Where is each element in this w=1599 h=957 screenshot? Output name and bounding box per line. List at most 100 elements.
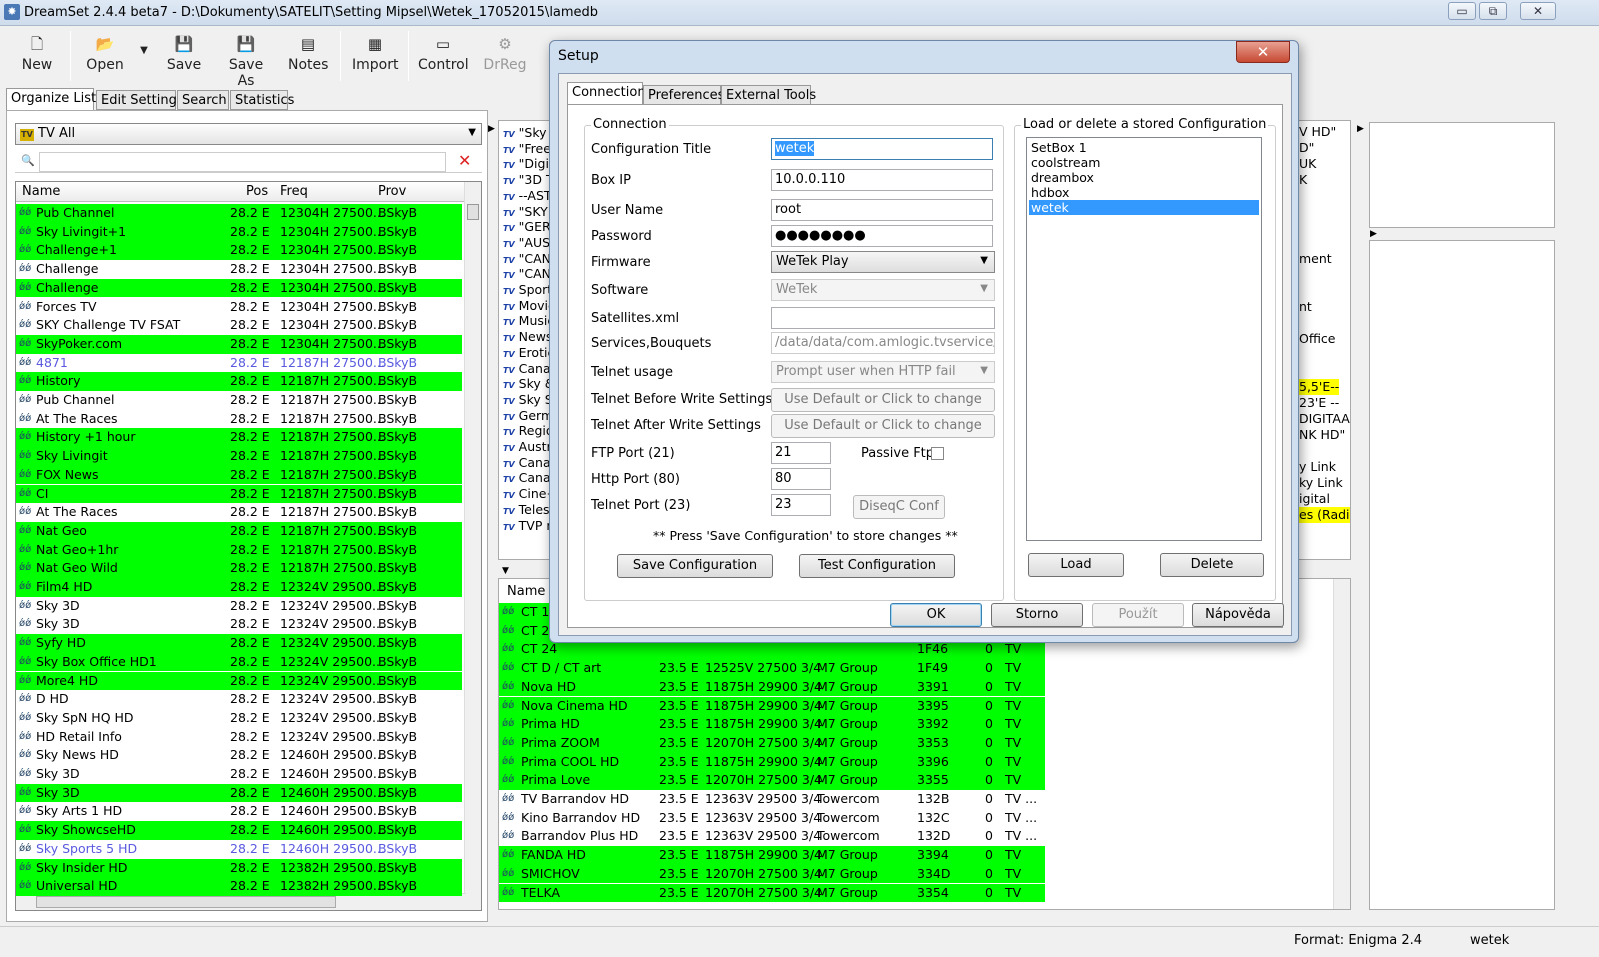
list-item[interactable]: ǿǿ Sky Sports 5 HD 28.2 E 12460H 29500... BS… [16, 840, 462, 859]
list-item[interactable]: ǿǿ Sky 3D 28.2 E 12324V 29500... BSkyB [16, 597, 462, 616]
list-item[interactable]: ǿǿ Pub Channel 28.2 E 12187H 27500... BSkyB [16, 391, 462, 410]
list-item[interactable]: TV Canal [503, 361, 554, 377]
list-item[interactable]: ǿǿ Challenge 28.2 E 12304H 27500... BSkyB [16, 260, 462, 279]
telnet-usage-select[interactable]: Prompt user when HTTP fail ▼ [771, 361, 995, 383]
telnet-before-button[interactable]: Use Default or Click to change [771, 388, 995, 412]
list-item[interactable]: ǿǿ D HD 28.2 E 12324V 29500... BSkyB [16, 690, 462, 709]
password-input[interactable]: ●●●●●●●● [771, 225, 993, 247]
stored-config-item[interactable]: SetBox 1 [1029, 140, 1259, 155]
save-configuration-button[interactable]: Save Configuration [617, 554, 773, 578]
list-item[interactable]: TV "GER [503, 219, 551, 235]
telnet-port-input[interactable]: 23 [771, 494, 831, 516]
list-item[interactable]: TV "CAN [503, 251, 551, 267]
list-item[interactable]: TV "SKY [503, 204, 548, 220]
open-button[interactable]: 📂 Open [84, 33, 126, 83]
list-item[interactable]: ǿǿ Pub Channel 28.2 E 12304H 27500... BSkyB [16, 204, 462, 223]
table-row[interactable]: ǿǿ Barrandov Plus HD 23.5 E 12363V 29500 3/… [499, 827, 1045, 847]
list-item[interactable]: ǿǿ At The Races 28.2 E 12187H 27500... BSkyB [16, 503, 462, 522]
http-port-input[interactable]: 80 [771, 468, 831, 490]
list-item[interactable]: TV "Free [503, 141, 551, 157]
list-item[interactable]: TV "AUS [503, 235, 550, 251]
table-row[interactable]: ǿǿ Prima HD 23.5 E 11875H 29900 3/4 M7 Group… [499, 715, 1045, 734]
chevron-right-icon[interactable]: ▶ [1370, 229, 1377, 239]
ok-button[interactable]: OK [890, 603, 982, 627]
list-item[interactable]: ǿǿ Nat Geo Wild 28.2 E 12187H 27500... BSkyB [16, 559, 462, 578]
channel-list-scrollbar[interactable] [464, 182, 481, 910]
help-button[interactable]: Nápověda [1192, 603, 1284, 627]
save-as-button[interactable]: 💾 Save As [220, 33, 272, 89]
list-item[interactable]: TV --AST [503, 188, 552, 204]
chevron-down-icon[interactable]: ▼ [502, 566, 509, 576]
list-item[interactable]: TV Sport [503, 282, 552, 298]
list-item[interactable]: TV Canal [503, 470, 554, 486]
list-item[interactable]: ǿǿ Sky SpN HQ HD 28.2 E 12324V 29500... BSky… [16, 709, 462, 728]
list-item[interactable]: TV TVP r [503, 518, 552, 534]
stored-config-list[interactable]: SetBox 1 coolstream dreambox hdbox wetek [1026, 137, 1262, 541]
list-item[interactable]: ǿǿ Syfy HD 28.2 E 12324V 29500... BSkyB [16, 634, 462, 653]
bottom-list-scrollbar[interactable] [1333, 579, 1350, 909]
list-item[interactable]: ǿǿ Challenge+1 28.2 E 12304H 27500... BSkyB [16, 241, 462, 261]
stored-config-item[interactable]: dreambox [1029, 170, 1259, 185]
tab-connection[interactable]: Connection [567, 82, 646, 106]
list-item[interactable]: ǿǿ Sky ShowcseHD 28.2 E 12460H 29500... BSky… [16, 821, 462, 840]
table-row[interactable]: ǿǿ Nova Cinema HD 23.5 E 11875H 29900 3/4 M7… [499, 696, 1045, 716]
search-input[interactable] [39, 152, 446, 172]
table-row[interactable]: ǿǿ Prima COOL HD 23.5 E 11875H 29900 3/4 M7 … [499, 752, 1045, 772]
apply-button[interactable]: Použít [1092, 603, 1184, 627]
table-row[interactable]: ǿǿ Prima Love 23.5 E 12070H 27500 3/4 M7 Gro… [499, 771, 1045, 790]
list-item[interactable]: ǿǿ 4871 28.2 E 12187H 27500... BSkyB [16, 354, 462, 373]
user-name-input[interactable]: root [771, 199, 993, 221]
satellites-xml-input[interactable] [771, 307, 995, 329]
box-ip-input[interactable]: 10.0.0.110 [771, 169, 993, 191]
list-item[interactable]: ǿǿ CI 28.2 E 12187H 27500... BSkyB [16, 484, 462, 504]
config-title-input[interactable]: wetek [771, 138, 993, 160]
dialog-close-button[interactable]: ✕ [1236, 41, 1290, 63]
list-item[interactable]: TV Music [503, 313, 554, 329]
tab-external-tools[interactable]: External Tools [721, 85, 816, 105]
bouquet-select[interactable]: TV TV All ▼ [15, 123, 482, 145]
save-button[interactable]: 💾 Save [166, 33, 202, 83]
list-item[interactable]: TV Sky & [503, 376, 555, 392]
list-item[interactable]: ǿǿ Universal HD 28.2 E 12382H 29500... BSkyB [16, 877, 462, 896]
col-freq[interactable]: Freq [280, 184, 308, 199]
tab-search[interactable]: Search [177, 90, 229, 110]
list-item[interactable]: TV Germ [503, 408, 553, 424]
tab-preferences[interactable]: Preferences [643, 85, 724, 105]
table-row[interactable]: ǿǿ SMICHOV 23.5 E 12070H 27500 3/4 M7 Group 3… [499, 864, 1045, 884]
list-item[interactable]: ǿǿ At The Races 28.2 E 12187H 27500... BSkyB [16, 410, 462, 429]
new-button[interactable]: 🗋 New [18, 33, 56, 83]
stored-config-item[interactable]: coolstream [1029, 155, 1259, 170]
tab-statistics[interactable]: Statistics [230, 90, 294, 110]
hscroll-thumb[interactable] [36, 896, 336, 908]
col-name[interactable]: Name [507, 584, 545, 599]
list-item[interactable]: ǿǿ Sky 3D 28.2 E 12460H 29500... BSkyB [16, 765, 462, 784]
stored-config-item[interactable]: wetek [1029, 200, 1259, 215]
list-item[interactable]: ǿǿ History +1 hour 28.2 E 12187H 27500... BS… [16, 428, 462, 448]
list-item[interactable]: ǿǿ Challenge 28.2 E 12304H 27500... BSkyB [16, 278, 462, 298]
list-item[interactable]: TV Regio [503, 423, 554, 439]
list-item[interactable]: TV News [503, 329, 552, 345]
table-row[interactable]: ǿǿ CT D / CT art 23.5 E 12525V 27500 3/4 M7 … [499, 659, 1045, 678]
list-item[interactable]: TV "3D T [503, 172, 554, 188]
list-item[interactable]: ǿǿ Sky Arts 1 HD 28.2 E 12460H 29500... BSky… [16, 802, 462, 821]
list-item[interactable]: ǿǿ Forces TV 28.2 E 12304H 27500... BSkyB [16, 298, 462, 317]
list-item[interactable]: TV Canal [503, 455, 554, 471]
maximize-button[interactable]: ⧉ [1479, 2, 1507, 20]
col-prov[interactable]: Prov [378, 184, 406, 199]
passive-ftp-checkbox[interactable] [931, 447, 944, 460]
notes-button[interactable]: ▤ Notes [288, 33, 328, 83]
close-window-button[interactable]: ✕ [1520, 2, 1556, 20]
diseqc-conf-button[interactable]: DiseqC Conf [853, 495, 945, 519]
list-item[interactable]: ǿǿ Nat Geo+1hr 28.2 E 12187H 27500... BSkyB [16, 540, 462, 560]
list-item[interactable]: ǿǿ More4 HD 28.2 E 12324V 29500... BSkyB [16, 671, 462, 691]
stored-config-item[interactable]: hdbox [1029, 185, 1259, 200]
table-row[interactable]: ǿǿ Nova HD 23.5 E 11875H 29900 3/4 M7 Group 3… [499, 677, 1045, 697]
list-item[interactable]: TV Sky S [503, 392, 553, 408]
table-row[interactable]: ǿǿ Kino Barrandov HD 23.5 E 12363V 29500 3/… [499, 808, 1045, 828]
open-dropdown-arrow[interactable]: ▼ [138, 45, 150, 95]
list-item[interactable]: ǿǿ Sky Insider HD 28.2 E 12382H 29500... BSk… [16, 858, 462, 878]
list-item[interactable]: ǿǿ Sky 3D 28.2 E 12460H 29500... BSkyB [16, 783, 462, 803]
table-row[interactable]: ǿǿ FANDA HD 23.5 E 11875H 29900 3/4 M7 Group… [499, 846, 1045, 865]
clear-search-icon[interactable]: ✕ [458, 151, 471, 170]
chevron-right-icon[interactable]: ▶ [488, 124, 495, 134]
